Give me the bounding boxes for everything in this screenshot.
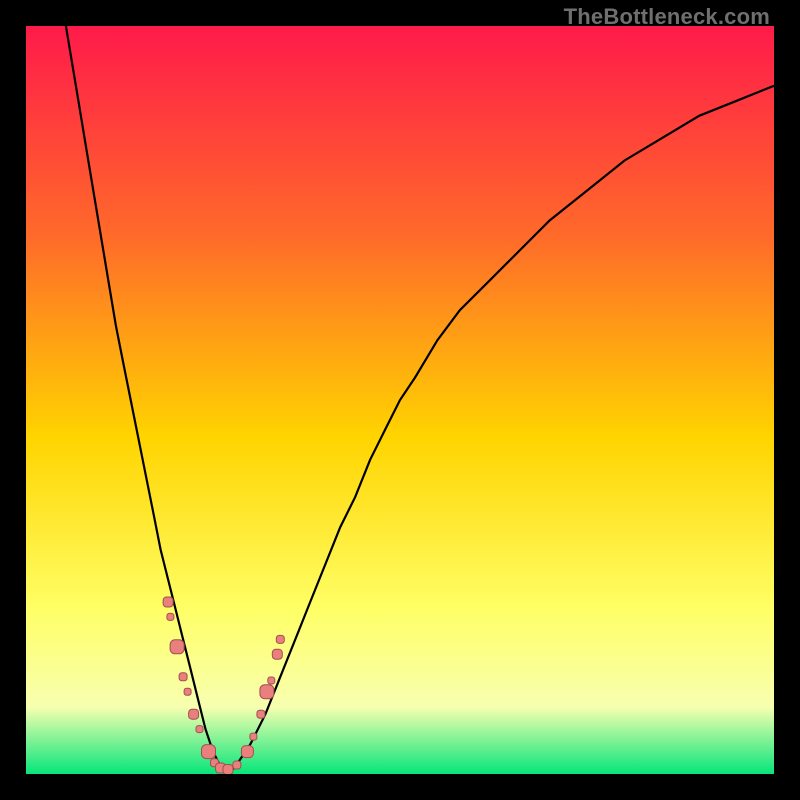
data-marker [202,745,216,759]
data-marker [233,761,241,769]
data-marker [179,673,187,681]
data-marker [196,726,203,733]
data-marker [163,597,173,607]
data-marker [260,685,274,699]
data-marker [272,649,282,659]
data-marker [257,710,265,718]
data-marker [250,733,257,740]
watermark-text: TheBottleneck.com [564,4,770,30]
bottleneck-plot [26,26,774,774]
data-marker [170,640,184,654]
data-marker [184,688,191,695]
data-marker [167,613,174,620]
data-marker [189,709,199,719]
data-marker [241,746,253,758]
chart-frame [26,26,774,774]
data-marker [276,635,284,643]
data-marker [223,765,233,775]
data-marker [268,677,275,684]
